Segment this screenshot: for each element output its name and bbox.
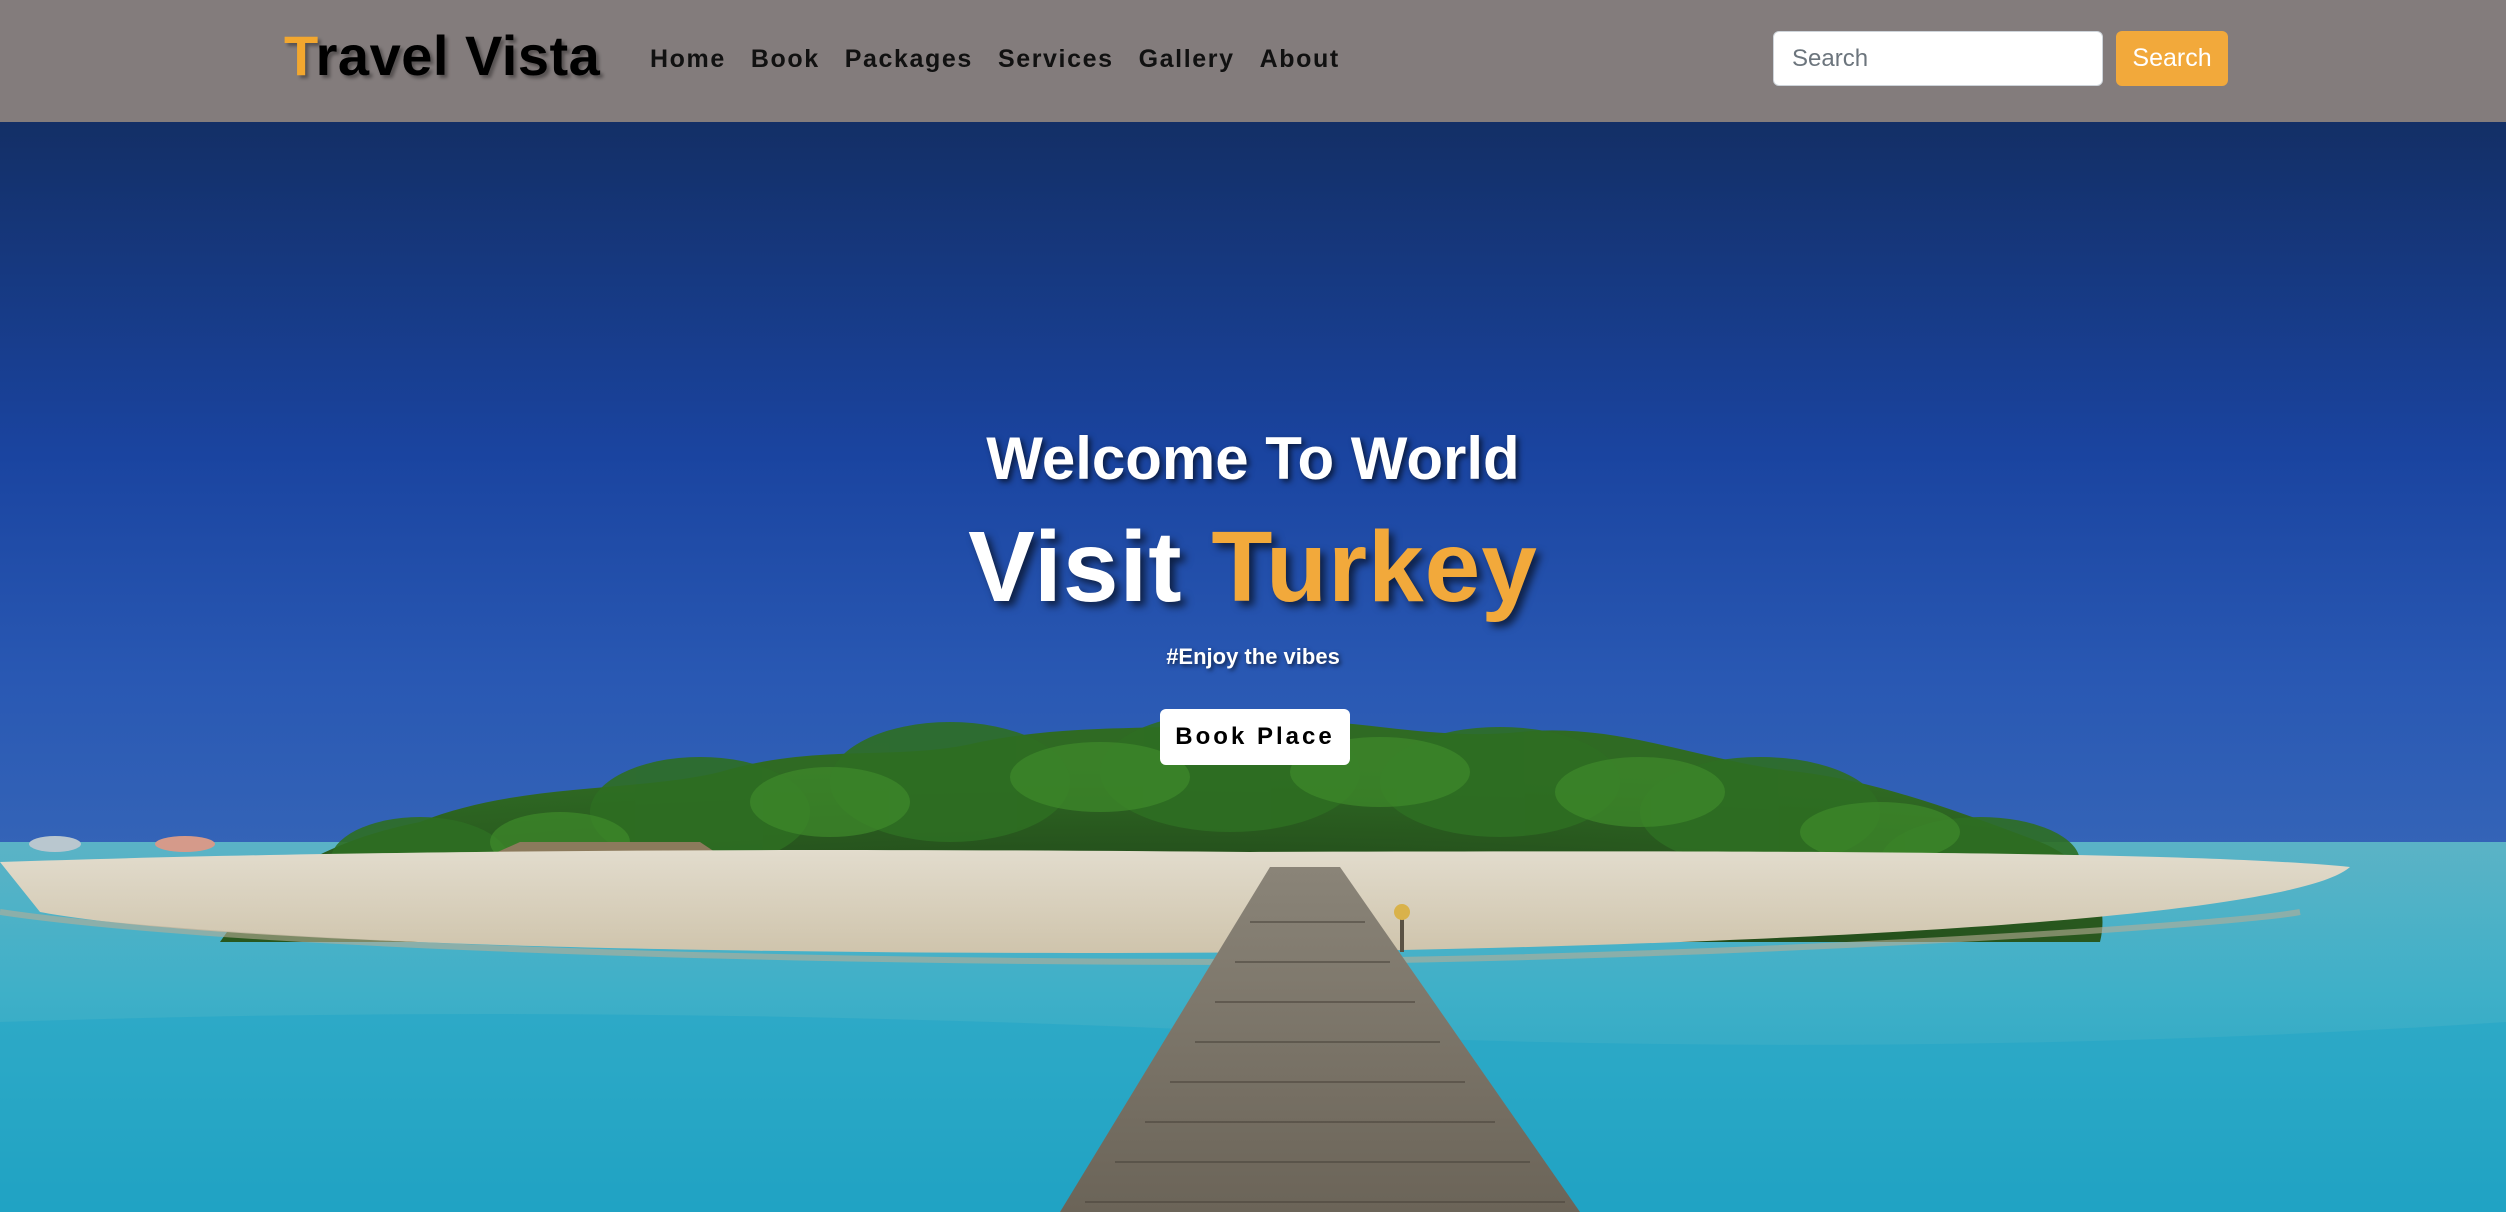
- search-input[interactable]: [1773, 31, 2103, 86]
- hero-main-heading: Visit Turkey: [0, 512, 2506, 622]
- brand-first-letter: T: [284, 24, 316, 87]
- page: Travel Vista Home Book Packages Services…: [0, 0, 2506, 1212]
- hero-welcome-heading: Welcome To World: [986, 425, 1520, 492]
- brand-logo[interactable]: Travel Vista: [284, 26, 600, 86]
- nav-item-book[interactable]: Book: [751, 44, 820, 74]
- hero-tagline: #Enjoy the vibes: [1166, 644, 1340, 669]
- book-place-button[interactable]: Book Place: [1160, 709, 1350, 765]
- hero-destination: Turkey: [1211, 511, 1538, 623]
- search-button[interactable]: Search: [2116, 31, 2228, 86]
- nav-item-packages[interactable]: Packages: [845, 44, 973, 74]
- nav-item-about[interactable]: About: [1260, 44, 1340, 74]
- hero-section: Welcome To World Visit Turkey #Enjoy the…: [0, 122, 2506, 1212]
- nav-item-gallery[interactable]: Gallery: [1139, 44, 1235, 74]
- navbar: Travel Vista Home Book Packages Services…: [0, 0, 2506, 122]
- nav-item-home[interactable]: Home: [650, 44, 726, 74]
- brand-name-rest: ravel Vista: [315, 24, 601, 87]
- nav-item-services[interactable]: Services: [998, 44, 1114, 74]
- hero-visit-prefix: Visit: [968, 511, 1212, 623]
- nav-menu: Home Book Packages Services Gallery Abou…: [650, 44, 1365, 74]
